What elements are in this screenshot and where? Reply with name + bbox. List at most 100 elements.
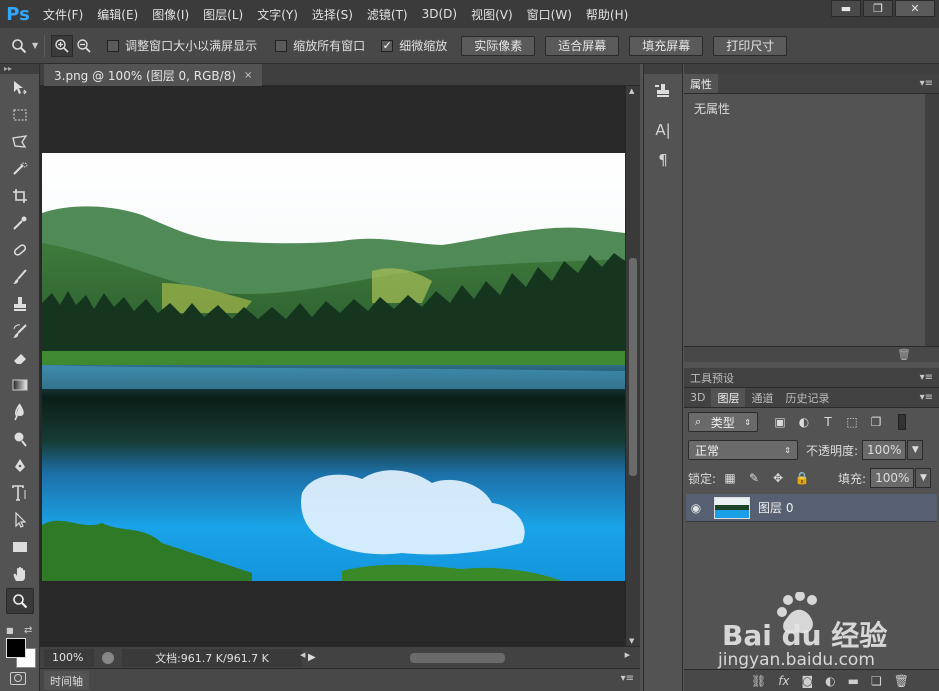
lock-all-icon[interactable]: 🔒: [794, 470, 810, 486]
zoom-tool-icon[interactable]: [6, 588, 34, 614]
eraser-tool-icon[interactable]: [6, 345, 34, 371]
panel-menu-icon[interactable]: ▾≡: [920, 392, 933, 403]
swap-colors-icon[interactable]: ⇄: [24, 625, 32, 636]
panel-menu-icon[interactable]: ▾≡: [920, 78, 933, 89]
rectangle-tool-icon[interactable]: [6, 534, 34, 560]
healing-brush-tool-icon[interactable]: [6, 237, 34, 263]
minimize-button[interactable]: ▬: [831, 0, 861, 17]
menu-select[interactable]: 选择(S): [305, 6, 360, 23]
close-icon[interactable]: ×: [244, 70, 252, 81]
resize-windows-checkbox[interactable]: 调整窗口大小以满屏显示: [107, 37, 257, 54]
fill-screen-button[interactable]: 填充屏幕: [629, 35, 704, 56]
actual-pixels-button[interactable]: 实际像素: [461, 35, 536, 56]
menu-3d[interactable]: 3D(D): [415, 7, 464, 21]
tab-tool-presets[interactable]: 工具预设: [684, 368, 740, 387]
filter-toggle-icon[interactable]: [898, 414, 906, 430]
filter-adjustment-icon[interactable]: ◐: [796, 414, 812, 430]
menu-edit[interactable]: 编辑(E): [90, 6, 145, 23]
panel-grip[interactable]: [644, 64, 682, 74]
eye-icon[interactable]: ◉: [686, 501, 706, 515]
scroll-down-icon[interactable]: ▼: [629, 637, 634, 645]
filter-type-icon[interactable]: T: [820, 414, 836, 430]
foreground-color[interactable]: [6, 638, 26, 658]
menu-type[interactable]: 文字(Y): [250, 6, 305, 23]
lock-image-icon[interactable]: ✎: [746, 470, 762, 486]
close-button[interactable]: ✕: [895, 0, 935, 17]
checkbox-box[interactable]: [275, 39, 288, 52]
trash-icon[interactable]: 🗑: [894, 674, 909, 688]
print-size-button[interactable]: 打印尺寸: [713, 35, 788, 56]
chevron-down-icon[interactable]: ▼: [907, 440, 924, 460]
new-layer-icon[interactable]: ❏: [871, 674, 882, 688]
trash-icon[interactable]: 🗑: [897, 348, 911, 361]
status-info-icon[interactable]: [102, 651, 114, 664]
type-tool-icon[interactable]: [6, 480, 34, 506]
panel-grip[interactable]: ▸▸: [0, 64, 39, 74]
quick-mask-icon[interactable]: [10, 672, 26, 685]
dodge-tool-icon[interactable]: [6, 426, 34, 452]
lock-position-icon[interactable]: ✥: [770, 470, 786, 486]
link-layers-icon[interactable]: ⛓: [751, 674, 766, 688]
filter-shape-icon[interactable]: ⬚: [844, 414, 860, 430]
panel-menu-icon[interactable]: ▾≡: [920, 372, 933, 383]
stamp-tool-icon[interactable]: [6, 291, 34, 317]
quick-select-tool-icon[interactable]: [6, 156, 34, 182]
lasso-tool-icon[interactable]: [6, 129, 34, 155]
vertical-scroll-thumb[interactable]: [629, 258, 637, 476]
horizontal-scroll-thumb[interactable]: [410, 653, 505, 663]
zoom-tool-preset-icon[interactable]: [8, 35, 30, 57]
scroll-up-icon[interactable]: ▲: [629, 87, 634, 95]
tab-properties[interactable]: 属性: [684, 74, 718, 93]
new-adjustment-icon[interactable]: ◐: [825, 674, 835, 688]
zoom-out-icon[interactable]: [73, 35, 95, 57]
blend-mode-select[interactable]: 正常 ⇕: [688, 440, 798, 460]
gradient-tool-icon[interactable]: [6, 372, 34, 398]
history-brush-tool-icon[interactable]: [6, 318, 34, 344]
clone-source-icon[interactable]: [649, 80, 677, 104]
filter-pixel-icon[interactable]: ▣: [772, 414, 788, 430]
checkbox-box[interactable]: [107, 39, 120, 52]
vertical-scrollbar[interactable]: ▲ ▼: [626, 86, 640, 646]
document-tab[interactable]: 3.png @ 100% (图层 0, RGB/8) ×: [44, 64, 263, 86]
opacity-field[interactable]: 100%: [862, 440, 907, 460]
panel-grip[interactable]: [684, 64, 939, 74]
properties-scrollbar[interactable]: [925, 94, 939, 346]
menu-help[interactable]: 帮助(H): [579, 6, 635, 23]
marquee-tool-icon[interactable]: [6, 102, 34, 128]
menu-file[interactable]: 文件(F): [36, 6, 90, 23]
scrubby-zoom-checkbox[interactable]: ✓ 细微缩放: [381, 37, 447, 54]
tab-history[interactable]: 历史记录: [779, 388, 835, 407]
add-mask-icon[interactable]: ◙: [802, 674, 814, 688]
filter-kind-select[interactable]: ⌕ 类型 ⇕: [688, 412, 758, 432]
restore-button[interactable]: ❐: [863, 0, 893, 17]
scroll-left-icon[interactable]: ◀: [300, 651, 305, 659]
blur-tool-icon[interactable]: [6, 399, 34, 425]
character-panel-icon[interactable]: A|: [649, 118, 677, 142]
panel-menu-icon[interactable]: ▾≡: [621, 673, 634, 684]
menu-filter[interactable]: 滤镜(T): [360, 6, 415, 23]
menu-view[interactable]: 视图(V): [464, 6, 520, 23]
zoom-in-icon[interactable]: [51, 34, 74, 57]
chevron-down-icon[interactable]: ▼: [915, 468, 932, 488]
eyedropper-tool-icon[interactable]: [6, 210, 34, 236]
tab-3d[interactable]: 3D: [684, 388, 711, 407]
pen-tool-icon[interactable]: [6, 453, 34, 479]
lock-transparent-icon[interactable]: ▦: [722, 470, 738, 486]
image-canvas[interactable]: [42, 153, 625, 581]
layer-item[interactable]: ◉ 图层 0: [686, 494, 937, 522]
menu-layer[interactable]: 图层(L): [196, 6, 250, 23]
default-colors-icon[interactable]: ■: [6, 626, 14, 635]
fill-field[interactable]: 100%: [870, 468, 915, 488]
scroll-right-icon[interactable]: ▶: [625, 651, 630, 659]
zoom-all-windows-checkbox[interactable]: 缩放所有窗口: [275, 37, 365, 54]
paragraph-panel-icon[interactable]: ¶: [649, 148, 677, 172]
tab-layers[interactable]: 图层: [711, 388, 746, 407]
crop-tool-icon[interactable]: [6, 183, 34, 209]
tab-channels[interactable]: 通道: [745, 388, 779, 407]
zoom-level-field[interactable]: 100%: [44, 648, 94, 667]
filter-smart-object-icon[interactable]: ❐: [868, 414, 884, 430]
path-select-tool-icon[interactable]: [6, 507, 34, 533]
hand-tool-icon[interactable]: [6, 561, 34, 587]
menu-window[interactable]: 窗口(W): [520, 6, 579, 23]
move-tool-icon[interactable]: [6, 75, 34, 101]
